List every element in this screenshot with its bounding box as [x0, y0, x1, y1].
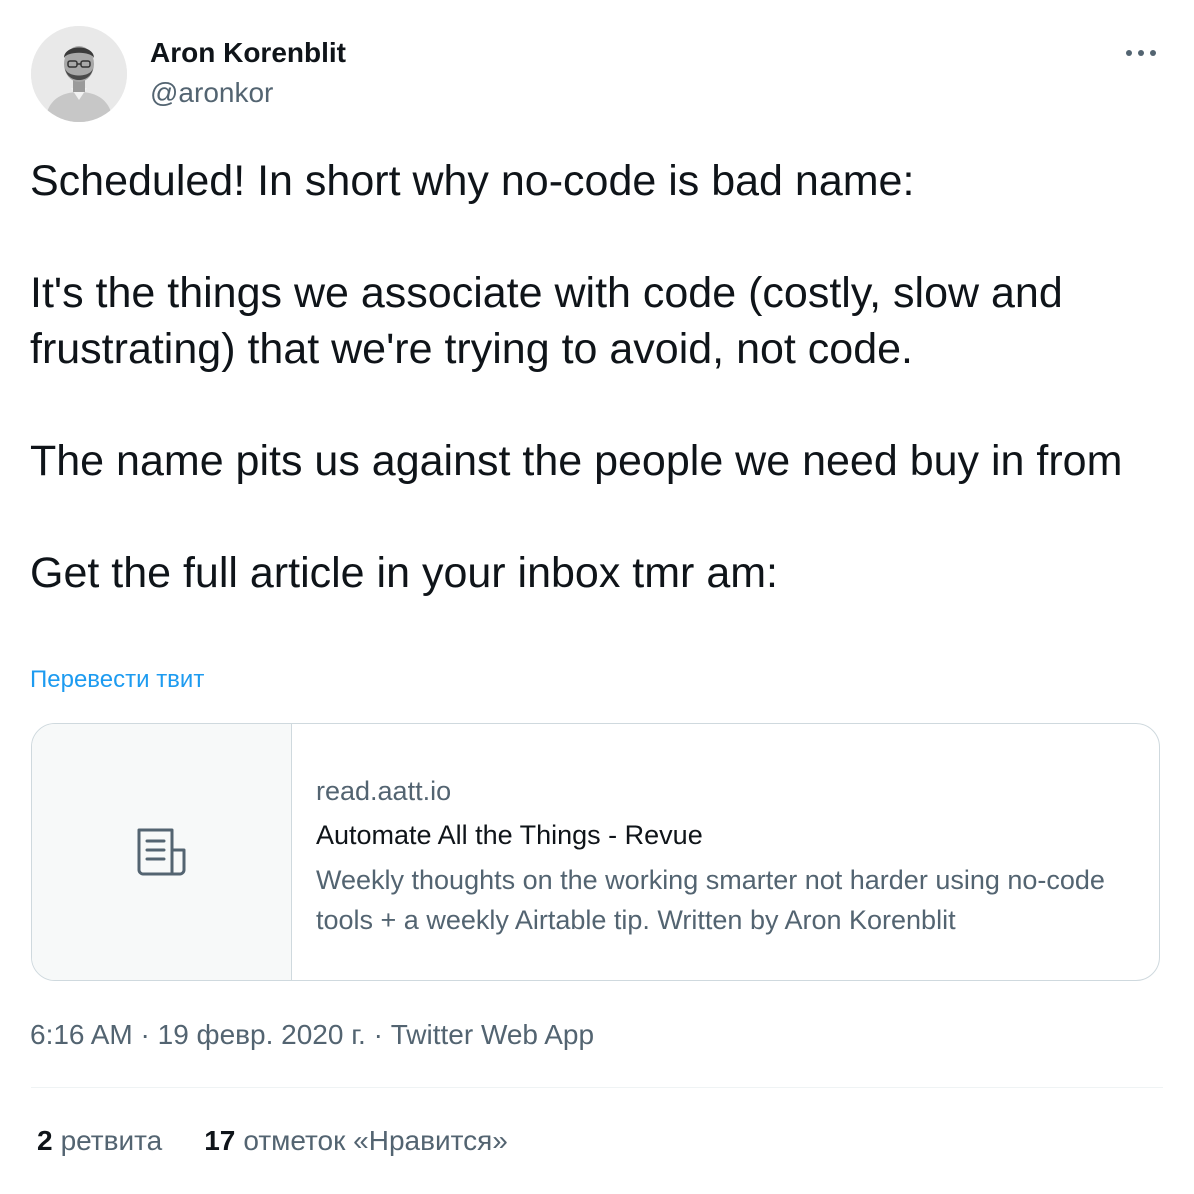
retweet-label: ретвита	[60, 1125, 163, 1156]
tweet-source[interactable]: Twitter Web App	[391, 1019, 594, 1050]
retweet-count: 2	[37, 1125, 53, 1156]
translate-tweet-link[interactable]: Перевести твит	[30, 664, 204, 696]
profile-photo-icon	[31, 26, 127, 122]
tweet-meta: 6:16 AM · 19 февр. 2020 г. · Twitter Web…	[30, 1018, 594, 1052]
tweet-date[interactable]: 19 февр. 2020 г.	[158, 1019, 366, 1050]
card-media	[32, 724, 292, 980]
more-button[interactable]	[1119, 36, 1163, 70]
meta-separator: ·	[365, 1019, 391, 1050]
avatar[interactable]	[31, 26, 127, 122]
like-count: 17	[204, 1125, 236, 1156]
card-description: Weekly thoughts on the working smarter n…	[316, 865, 1105, 935]
like-label: отметок «Нравится»	[243, 1125, 508, 1156]
tweet-header: Aron Korenblit @aronkor	[31, 26, 1163, 122]
retweets-stat[interactable]: 2 ретвита	[37, 1124, 162, 1158]
link-preview-card[interactable]: read.aatt.io Automate All the Things - R…	[31, 723, 1160, 981]
article-icon	[137, 828, 185, 876]
more-horizontal-icon	[1126, 50, 1156, 56]
tweet-text: Scheduled! In short why no-code is bad n…	[30, 157, 1123, 597]
meta-separator: ·	[132, 1019, 158, 1050]
likes-stat[interactable]: 17 отметок «Нравится»	[204, 1124, 508, 1158]
card-domain: read.aatt.io	[316, 776, 452, 806]
divider	[31, 1087, 1163, 1088]
tweet-stats: 2 ретвита 17 отметок «Нравится»	[37, 1124, 508, 1158]
tweet-time[interactable]: 6:16 AM	[30, 1019, 133, 1050]
author-name[interactable]: Aron Korenblit	[150, 36, 346, 70]
card-content: read.aatt.io Automate All the Things - R…	[316, 774, 1135, 940]
author-handle[interactable]: @aronkor	[150, 76, 273, 110]
card-title: Automate All the Things - Revue	[316, 820, 703, 850]
